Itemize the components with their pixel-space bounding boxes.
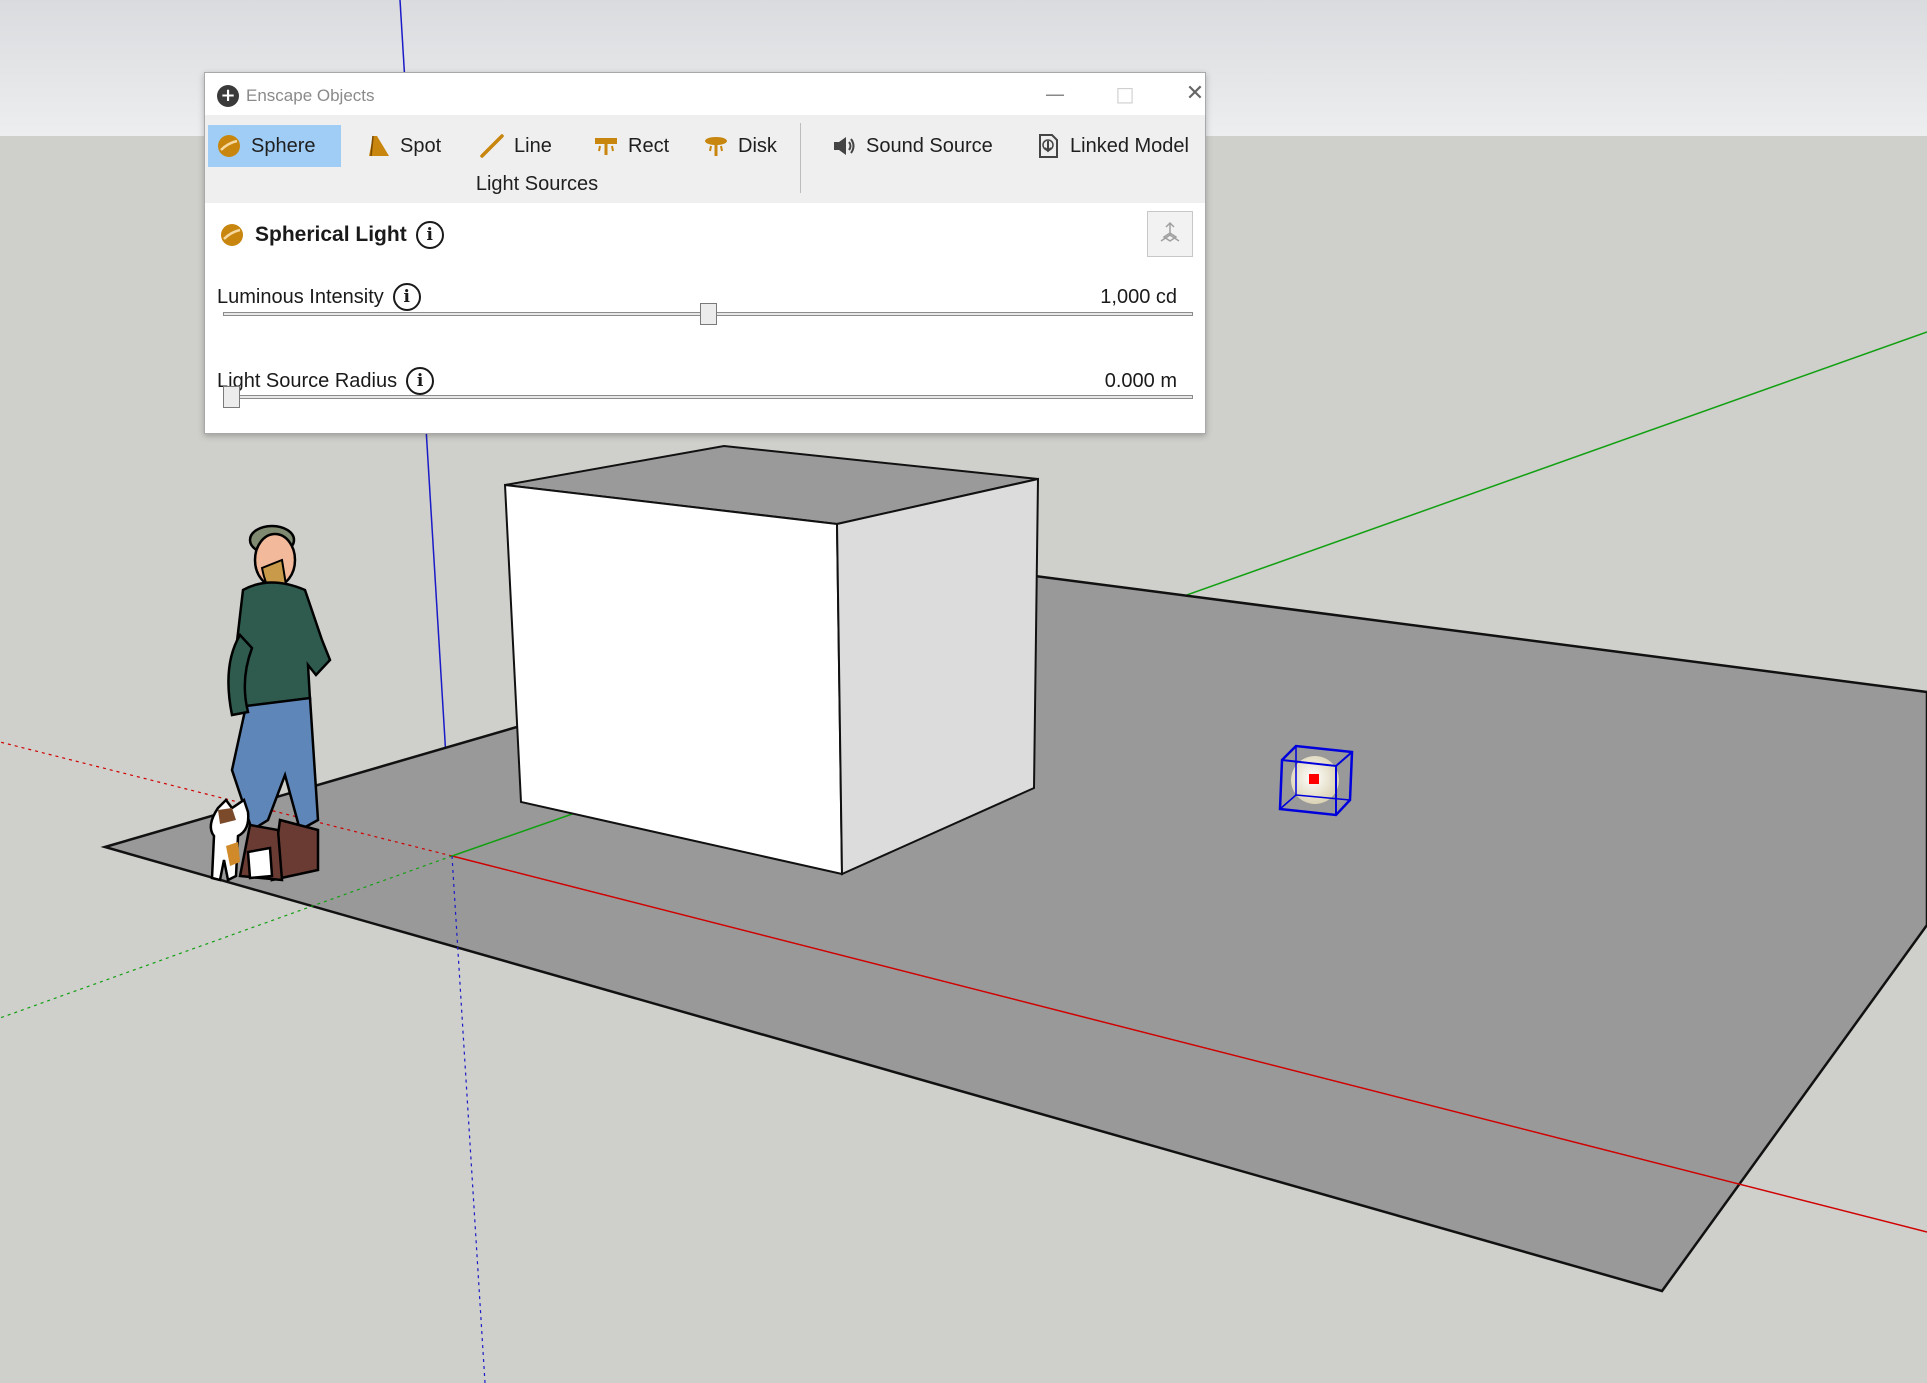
light-sources-group-label: Light Sources [475, 173, 599, 195]
luminous-intensity-slider[interactable] [223, 303, 1193, 325]
rect-tool-label: Rect [628, 134, 670, 157]
linked-model-tool-label: Linked Model [1070, 134, 1189, 157]
toolbar-divider [800, 123, 801, 193]
box-model[interactable] [503, 444, 1040, 876]
sphere-light-icon [221, 224, 243, 246]
line-light-icon [480, 134, 504, 158]
info-icon[interactable]: i [415, 221, 444, 249]
objects-toolbar: Sphere Spot Line Rect Disk Sound Source … [205, 115, 1205, 203]
title-bar[interactable]: + Enscape Objects — □ ✕ [205, 73, 1205, 115]
rect-light-icon [595, 138, 617, 155]
spot-tool-label: Spot [400, 134, 442, 157]
disk-tool-label: Disk [738, 134, 777, 157]
properties-title: Spherical Light [255, 223, 407, 246]
window-title: Enscape Objects [246, 86, 375, 105]
sphere-tool-label: Sphere [251, 134, 316, 157]
speaker-icon [834, 137, 855, 155]
minimize-button[interactable]: — [1031, 79, 1079, 109]
enscape-objects-window[interactable]: + Enscape Objects — □ ✕ Sphere Spot Line [204, 72, 1206, 434]
sound-source-tool-button[interactable]: Sound Source [823, 125, 1003, 167]
add-icon: + [217, 85, 239, 107]
linked-model-tool-button[interactable]: Linked Model [1027, 125, 1199, 167]
maximize-button[interactable]: □ [1101, 79, 1149, 109]
axes-gizmo-button[interactable] [1147, 211, 1193, 257]
spot-light-icon [369, 135, 389, 157]
light-source-radius-slider[interactable] [223, 386, 1193, 408]
line-tool-label: Line [514, 134, 552, 157]
linked-model-icon [1039, 134, 1058, 158]
sound-source-tool-label: Sound Source [866, 134, 993, 157]
line-tool-button[interactable]: Line [471, 125, 562, 167]
axes-gizmo-icon [1160, 221, 1180, 242]
properties-header: Spherical Light i [219, 221, 444, 249]
close-button[interactable]: ✕ [1171, 79, 1219, 109]
rect-tool-button[interactable]: Rect [585, 125, 679, 167]
light-origin-marker [1309, 774, 1319, 784]
disk-light-icon [705, 137, 727, 156]
slider-thumb[interactable] [223, 386, 240, 408]
sphere-tool-button[interactable]: Sphere [208, 125, 341, 167]
spot-tool-button[interactable]: Spot [357, 125, 451, 167]
slider-track [223, 395, 1193, 399]
slider-thumb[interactable] [700, 303, 717, 325]
disk-tool-button[interactable]: Disk [695, 125, 787, 167]
sphere-light-icon [218, 135, 240, 157]
